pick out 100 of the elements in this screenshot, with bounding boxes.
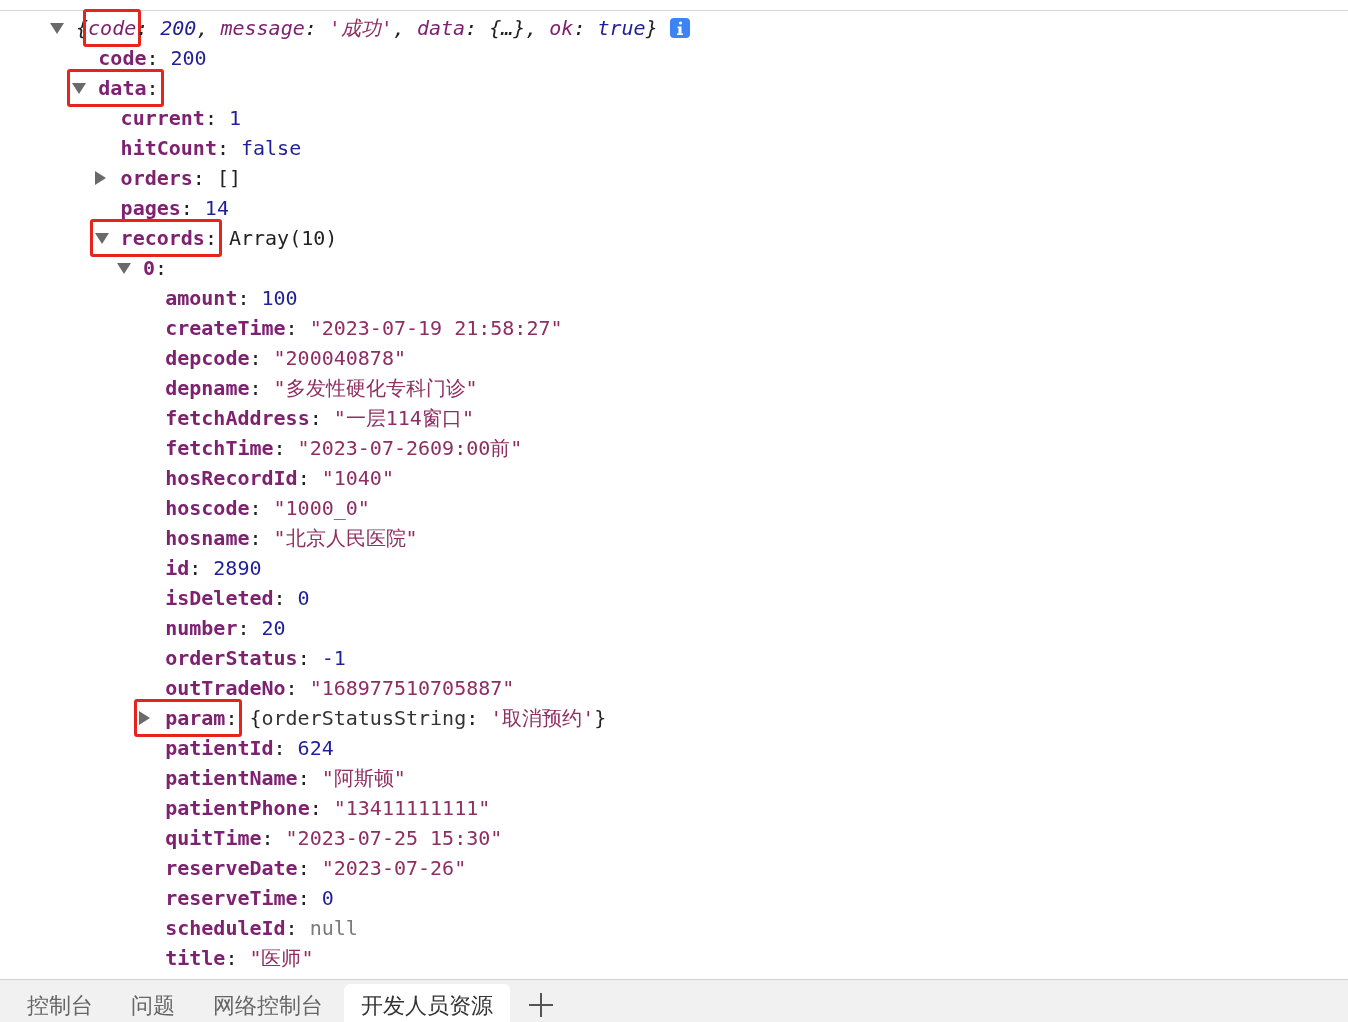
- property-value: "1000_0": [273, 495, 370, 522]
- property-value: 0: [297, 585, 310, 612]
- property-value: "2023-07-2609:00前": [297, 435, 523, 462]
- property-key: amount: [165, 283, 238, 313]
- property-key: pages: [120, 193, 181, 223]
- property-key: depname: [165, 373, 250, 403]
- colon: :: [285, 915, 298, 942]
- property-key: hitCount: [120, 133, 217, 163]
- property-value: "阿斯顿": [321, 765, 406, 792]
- comma: ,: [196, 15, 209, 42]
- property-key: patientId: [165, 733, 274, 763]
- colon: :: [154, 255, 167, 282]
- colon: :: [146, 75, 159, 102]
- property-value: "200040878": [273, 345, 406, 372]
- property-value: 1: [228, 105, 241, 132]
- property-key: data: [416, 13, 466, 43]
- property-value: 200: [170, 45, 207, 72]
- comma: ,: [525, 15, 538, 42]
- colon: :: [249, 495, 262, 522]
- property-key: current: [120, 103, 205, 133]
- property-key: title: [165, 943, 226, 973]
- property-key: orders: [120, 163, 193, 193]
- colon: :: [225, 705, 238, 732]
- collapse-triangle-icon[interactable]: [94, 232, 109, 244]
- collapse-triangle-icon[interactable]: [50, 22, 64, 34]
- property-value: 0: [321, 885, 334, 912]
- tab[interactable]: 问题: [114, 984, 192, 1022]
- property-value: "多发性硬化专科门诊": [273, 375, 478, 402]
- colon: :: [249, 375, 262, 402]
- colon: :: [466, 705, 479, 732]
- property-key: depcode: [165, 343, 250, 373]
- collapse-triangle-icon[interactable]: [72, 82, 87, 94]
- info-icon: [669, 18, 690, 38]
- property-value: "医师": [249, 945, 314, 972]
- property-key: hoscode: [165, 493, 250, 523]
- colon: :: [285, 315, 298, 342]
- colon: :: [249, 345, 262, 372]
- property-value: {…}: [489, 15, 526, 42]
- property-key: param: [165, 702, 226, 734]
- colon: :: [297, 765, 310, 792]
- property-value: "2023-07-26": [321, 855, 467, 882]
- colon: :: [573, 15, 586, 42]
- property-key: isDeleted: [165, 583, 274, 613]
- property-value: null: [309, 915, 358, 942]
- property-value: 624: [297, 735, 334, 762]
- colon: :: [189, 555, 202, 582]
- colon: :: [273, 735, 286, 762]
- colon: :: [216, 135, 229, 162]
- brace: }: [645, 15, 658, 42]
- property-key: reserveDate: [165, 853, 298, 883]
- colon: :: [273, 435, 286, 462]
- colon: :: [285, 675, 298, 702]
- colon: :: [309, 405, 322, 432]
- property-value: false: [240, 135, 302, 162]
- colon: :: [249, 525, 262, 552]
- property-value: '取消预约': [490, 705, 595, 732]
- property-value: -1: [321, 645, 346, 672]
- property-key: hosname: [165, 523, 250, 553]
- property-key: reserveTime: [165, 883, 298, 913]
- colon: :: [204, 105, 217, 132]
- tab[interactable]: 网络控制台: [196, 984, 340, 1022]
- colon: :: [297, 855, 310, 882]
- property-key: data: [98, 72, 147, 104]
- property-key: code: [88, 12, 137, 44]
- comma: ,: [392, 15, 405, 42]
- colon: :: [237, 615, 250, 642]
- property-key: patientName: [165, 763, 298, 793]
- property-key: id: [165, 553, 190, 583]
- colon: :: [192, 165, 205, 192]
- property-key: patientPhone: [165, 793, 310, 823]
- property-key: number: [165, 613, 238, 643]
- tab[interactable]: 控制台: [10, 984, 110, 1022]
- property-key: scheduleId: [165, 913, 286, 943]
- property-value: 14: [204, 195, 229, 222]
- brace: {: [249, 705, 262, 732]
- property-value: 200: [160, 15, 197, 42]
- colon: :: [297, 465, 310, 492]
- colon: :: [225, 945, 238, 972]
- expand-triangle-icon[interactable]: [139, 711, 151, 725]
- colon: :: [273, 585, 286, 612]
- property-key: createTime: [165, 313, 286, 343]
- property-key: quitTime: [165, 823, 262, 853]
- property-key: fetchAddress: [165, 403, 310, 433]
- colon: :: [204, 225, 217, 252]
- colon: :: [261, 825, 274, 852]
- collapse-triangle-icon[interactable]: [116, 262, 131, 274]
- colon: :: [180, 195, 193, 222]
- brace: }: [594, 705, 607, 732]
- property-value: 20: [261, 615, 286, 642]
- colon: :: [297, 885, 310, 912]
- colon: :: [304, 15, 317, 42]
- expand-triangle-icon[interactable]: [94, 171, 106, 185]
- property-key: records: [120, 222, 205, 254]
- property-key: orderStatusString: [261, 703, 467, 733]
- property-value: '成功': [328, 15, 393, 42]
- property-key: outTradeNo: [165, 673, 286, 703]
- property-key: 0: [142, 253, 155, 283]
- property-value: 100: [261, 285, 298, 312]
- property-value: "一层114窗口": [333, 405, 474, 432]
- tab[interactable]: 开发人员资源: [344, 984, 510, 1022]
